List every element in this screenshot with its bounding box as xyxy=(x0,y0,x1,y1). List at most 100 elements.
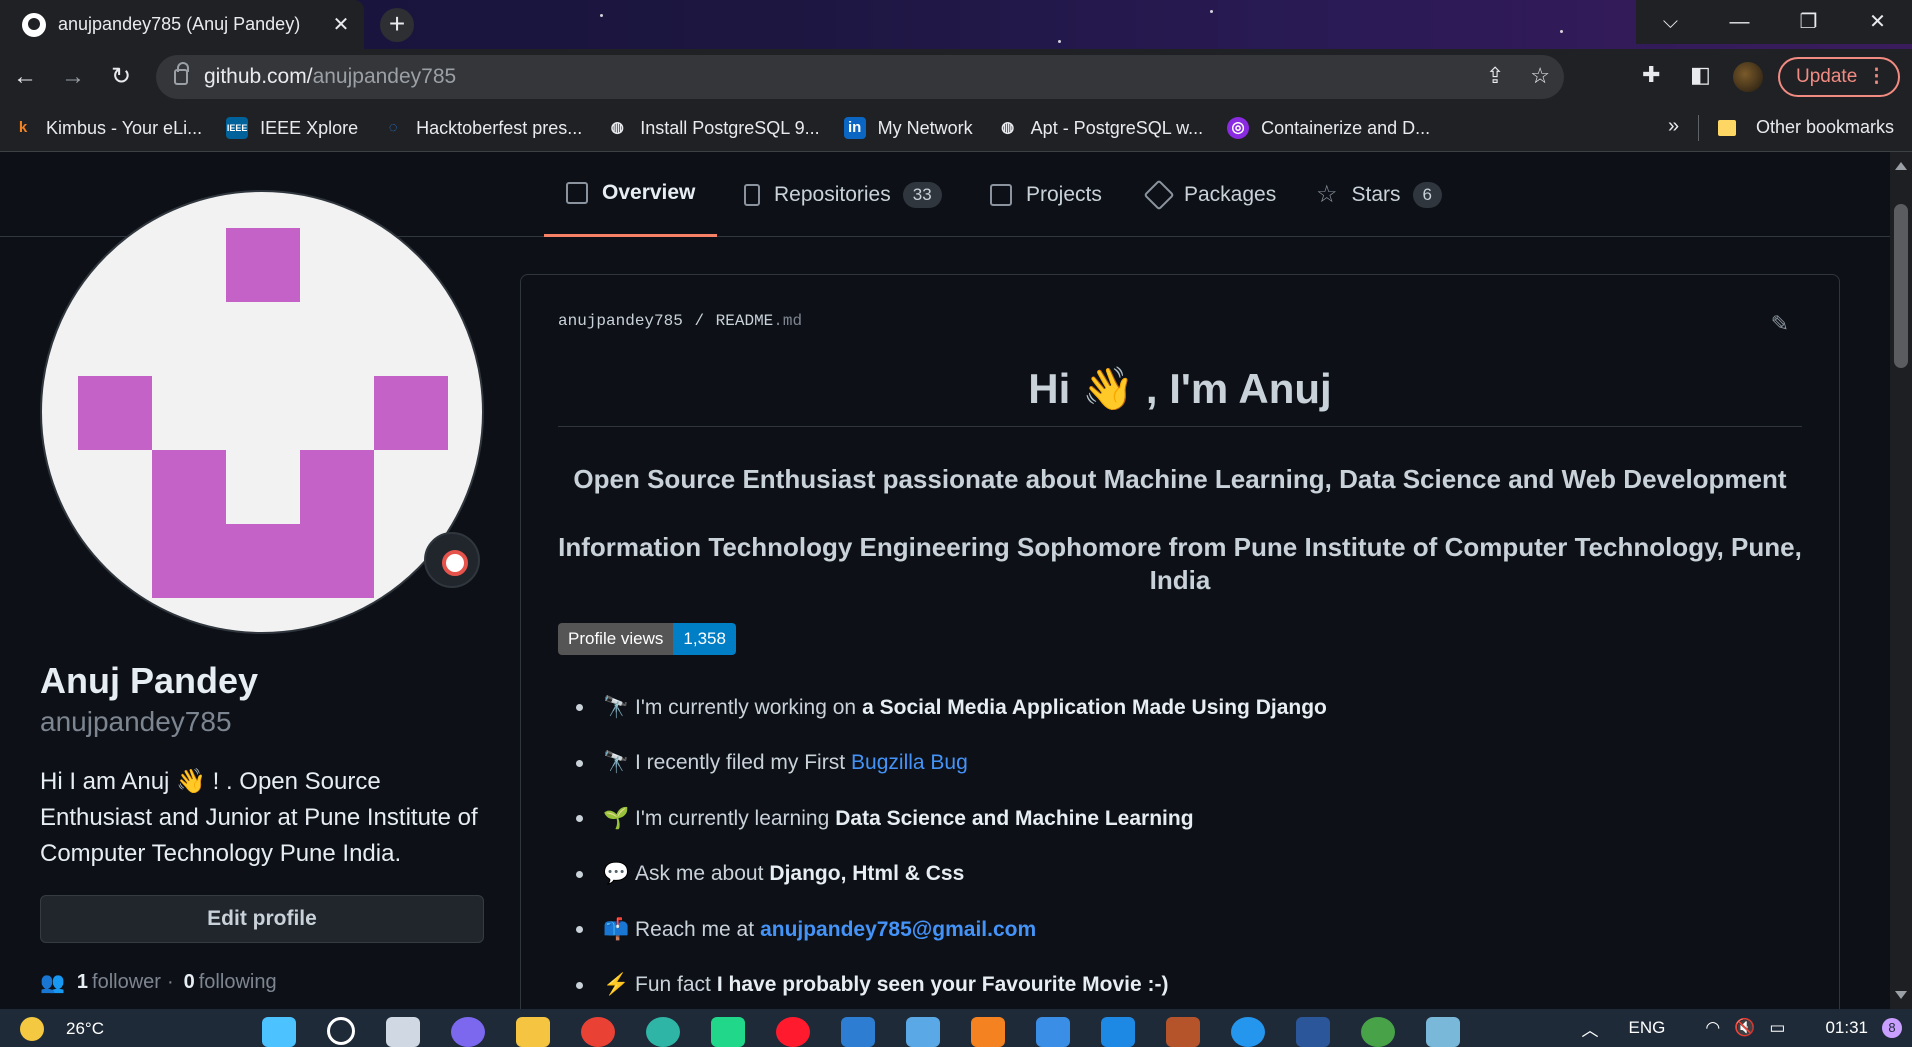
wifi-icon[interactable]: ◠ xyxy=(1705,1018,1720,1038)
chrome-icon[interactable] xyxy=(581,1017,615,1047)
close-window-button[interactable]: ✕ xyxy=(1843,0,1912,44)
snipping-tool-icon[interactable] xyxy=(1426,1017,1460,1047)
address-bar[interactable]: github.com/anujpandey785 ⇪ ☆ xyxy=(156,55,1564,99)
kimbus-icon: k xyxy=(18,119,28,136)
postman-icon[interactable] xyxy=(971,1017,1005,1047)
list-item: ⚡ Fun fact I have probably seen your Favou… xyxy=(576,958,1776,1010)
back-icon[interactable]: ← xyxy=(8,60,42,94)
edit-pencil-icon[interactable]: ✎ xyxy=(1771,311,1789,337)
list-item: 🔭 I'm currently working on a Social Media … xyxy=(576,680,1776,736)
readme-file-link[interactable]: README.md xyxy=(716,312,802,330)
share-icon[interactable]: ⇪ xyxy=(1486,63,1504,89)
github-icon xyxy=(22,12,46,37)
bookmark-item[interactable]: in My Network xyxy=(843,117,973,139)
task-view-icon[interactable] xyxy=(386,1017,420,1047)
file-explorer-icon[interactable] xyxy=(516,1017,550,1047)
photos-icon[interactable] xyxy=(906,1017,940,1047)
forward-icon[interactable]: → xyxy=(56,60,90,94)
minimize-button[interactable]: — xyxy=(1705,0,1774,44)
window-controls: ⌵ — ❐ ✕ xyxy=(1636,0,1912,44)
reload-icon[interactable]: ↻ xyxy=(104,60,138,94)
other-bookmarks[interactable]: Other bookmarks xyxy=(1718,117,1894,138)
vscode-icon[interactable] xyxy=(1101,1017,1135,1047)
ieee-icon: IEEE xyxy=(226,117,249,139)
bookmark-item[interactable]: ◎ Containerize and D... xyxy=(1227,117,1430,139)
sun-icon xyxy=(20,1017,44,1041)
profile-bio: Hi I am Anuj 👋 ! . Open Source Enthusias… xyxy=(40,768,478,867)
teams-icon[interactable] xyxy=(451,1017,485,1047)
edit-profile-button[interactable]: Edit profile xyxy=(40,895,484,943)
scroll-up-icon[interactable] xyxy=(1895,162,1907,170)
pycharm-icon[interactable] xyxy=(711,1017,745,1047)
followers-link[interactable]: 1 follower xyxy=(73,971,161,994)
bugzilla-link[interactable]: Bugzilla Bug xyxy=(851,751,968,775)
winrar-icon[interactable] xyxy=(1166,1017,1200,1047)
search-icon[interactable] xyxy=(327,1017,355,1045)
mongodb-icon[interactable] xyxy=(1361,1017,1395,1047)
start-icon[interactable] xyxy=(262,1017,296,1047)
scroll-down-icon[interactable] xyxy=(1895,991,1907,999)
tab-strip: anujpandey785 (Anuj Pandey) ✕ + ⌵ — ❐ ✕ xyxy=(0,0,1912,49)
edge-icon[interactable] xyxy=(646,1017,680,1047)
folder-icon xyxy=(1718,119,1736,136)
stars-count: 6 xyxy=(1412,181,1442,208)
more-bookmarks-icon[interactable]: » xyxy=(1668,115,1679,138)
tab-overview[interactable]: Overview xyxy=(544,152,718,237)
extensions-icon[interactable]: ✚ xyxy=(1642,62,1660,88)
chevron-up-icon[interactable]: ︿ xyxy=(1582,1016,1599,1041)
profile-avatar-identicon[interactable] xyxy=(40,190,484,634)
tab-repositories[interactable]: Repositories 33 xyxy=(722,152,964,237)
update-button[interactable]: Update ⋮ xyxy=(1778,57,1900,97)
scrollbar-thumb[interactable] xyxy=(1894,204,1908,368)
battery-icon[interactable]: ▭ xyxy=(1769,1018,1785,1038)
wallpaper-star xyxy=(1560,30,1563,33)
email-link[interactable]: anujpandey785@gmail.com xyxy=(760,918,1036,942)
new-tab-button[interactable]: + xyxy=(380,8,414,42)
readme-heading: Hi 👋 , I'm Anuj xyxy=(558,365,1802,427)
wallpaper-star xyxy=(600,14,603,17)
globe-icon: ◍ xyxy=(610,119,624,136)
tab-title: anujpandey785 (Anuj Pandey) xyxy=(58,14,301,34)
readme-card: anujpandey785 / README.md ✎ Hi 👋 , I'm A… xyxy=(520,274,1840,1009)
url-text[interactable]: github.com/anujpandey785 xyxy=(204,65,456,89)
language-indicator[interactable]: ENG xyxy=(1629,1018,1666,1038)
opera-icon[interactable] xyxy=(776,1017,810,1047)
tab-packages[interactable]: Packages xyxy=(1126,152,1298,237)
list-item: 💬 Ask me about Django, Html & Css xyxy=(576,847,1776,903)
tab-stars[interactable]: ☆ Stars 6 xyxy=(1294,152,1464,237)
bookmarks-bar: k Kimbus - Your eLi... IEEE IEEE Xplore ◌ H… xyxy=(0,105,1912,152)
bookmark-star-icon[interactable]: ☆ xyxy=(1530,63,1550,89)
bird-icon[interactable] xyxy=(1036,1017,1070,1047)
bookmark-item[interactable]: ◌ Hacktoberfest pres... xyxy=(382,117,583,139)
page-scrollbar[interactable] xyxy=(1890,152,1912,1009)
clock[interactable]: 01:31 xyxy=(1825,1018,1868,1038)
notification-badge[interactable]: 8 xyxy=(1882,1018,1902,1038)
profile-avatar[interactable] xyxy=(1733,62,1763,92)
bookmark-item[interactable]: k Kimbus - Your eLi... xyxy=(12,117,202,139)
star-icon: ☆ xyxy=(1316,181,1338,208)
set-status-button[interactable] xyxy=(424,532,480,588)
tab-search-icon[interactable]: ⌵ xyxy=(1636,0,1705,44)
tab-close-icon[interactable]: ✕ xyxy=(326,12,356,37)
bookmark-item[interactable]: ◍ Install PostgreSQL 9... xyxy=(606,117,820,139)
tab-projects[interactable]: Projects xyxy=(968,152,1124,237)
repositories-count: 33 xyxy=(902,181,942,208)
bookmarks-divider xyxy=(1698,115,1699,141)
book-icon xyxy=(566,182,588,204)
following-link[interactable]: 0 following xyxy=(180,971,277,994)
browser-tab[interactable]: anujpandey785 (Anuj Pandey) ✕ xyxy=(0,0,364,49)
store-icon[interactable] xyxy=(841,1017,875,1047)
profile-name: Anuj Pandey xyxy=(40,660,259,701)
volume-muted-icon[interactable]: 🔇 xyxy=(1734,1018,1755,1038)
bookmark-item[interactable]: IEEE IEEE Xplore xyxy=(226,117,358,139)
restore-button[interactable]: ❐ xyxy=(1774,0,1843,44)
globe-icon: ◍ xyxy=(1001,119,1015,136)
hacktoberfest-icon: ◌ xyxy=(388,119,398,136)
bookmark-item[interactable]: ◍ Apt - PostgreSQL w... xyxy=(997,117,1203,139)
docker-icon[interactable] xyxy=(1231,1017,1265,1047)
weather-widget[interactable]: 26°C xyxy=(20,1017,104,1041)
word-icon[interactable] xyxy=(1296,1017,1330,1047)
readme-user-link[interactable]: anujpandey785 xyxy=(558,312,683,330)
lock-icon[interactable] xyxy=(174,62,189,85)
side-panel-icon[interactable]: ◧ xyxy=(1690,62,1711,88)
